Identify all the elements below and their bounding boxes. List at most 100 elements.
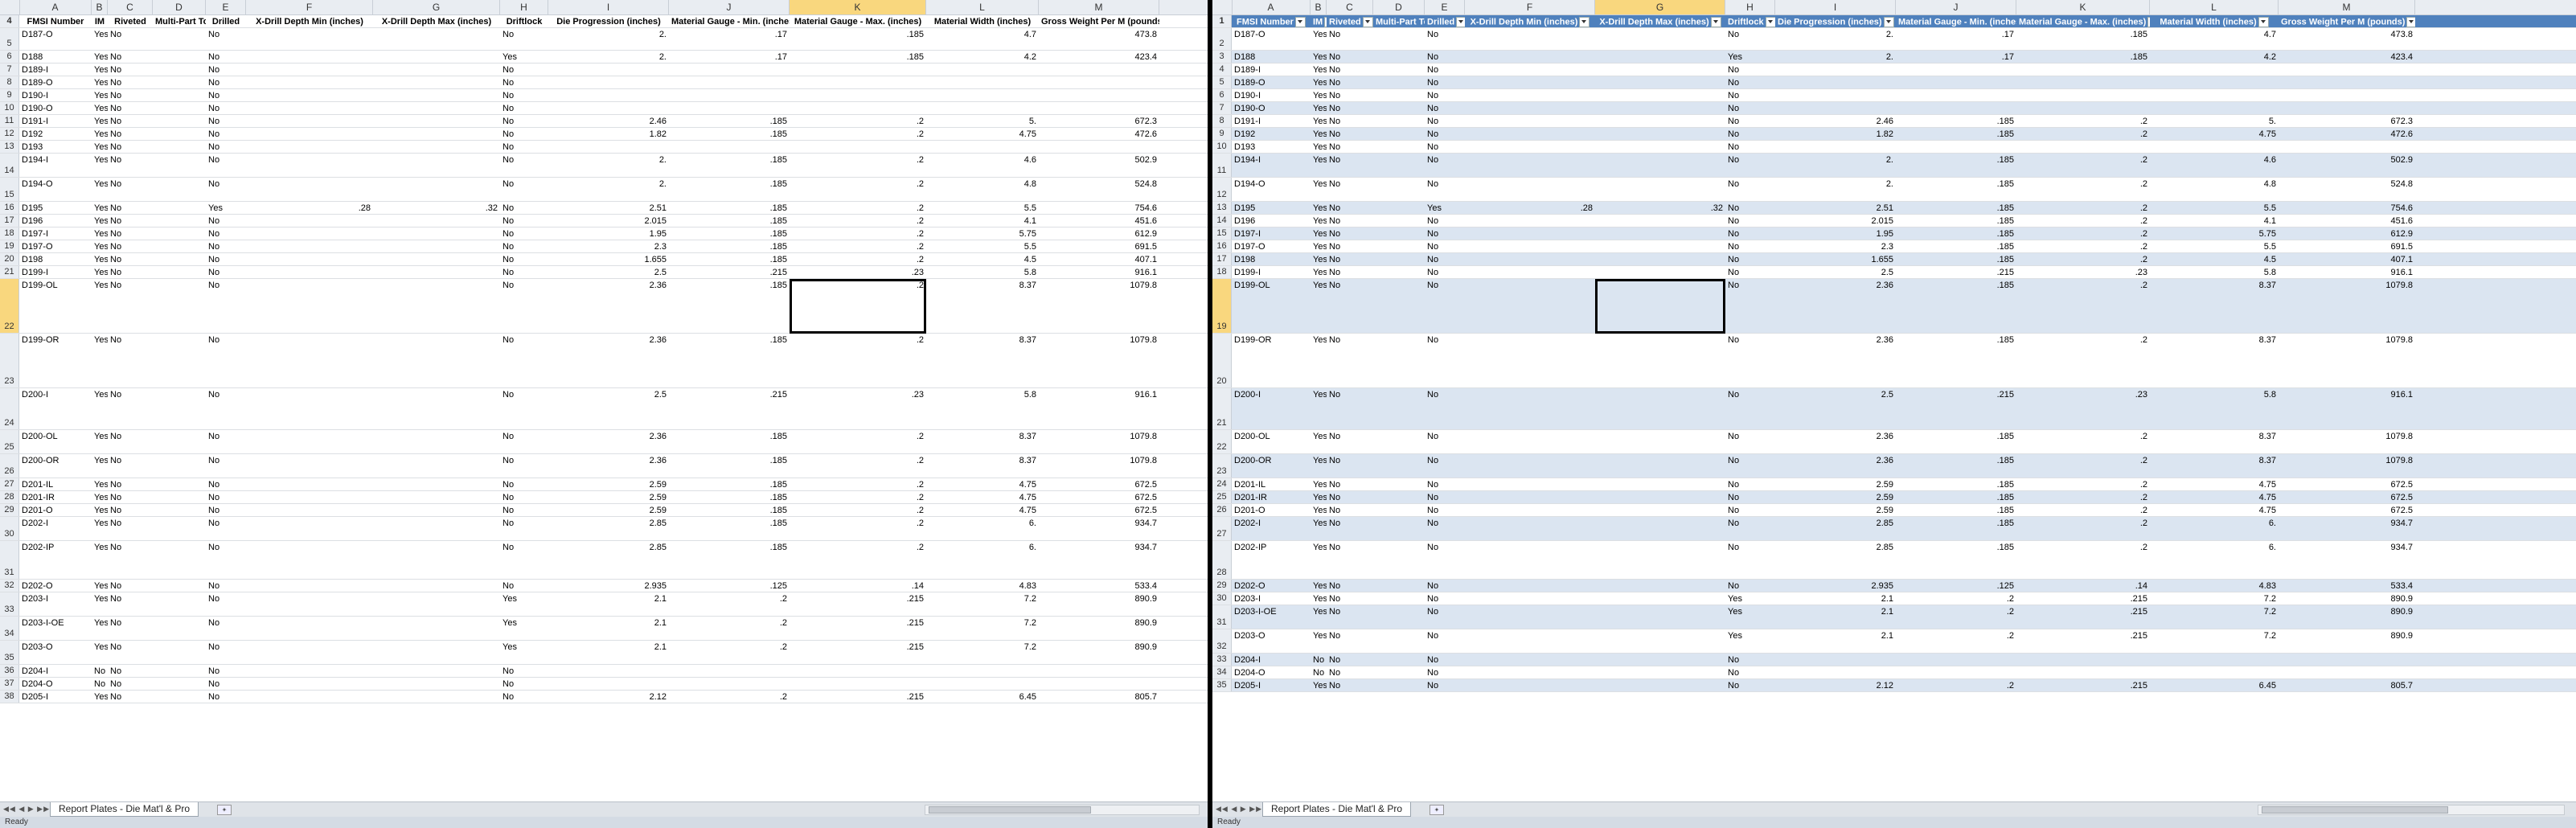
cell[interactable]: No [206,281,246,290]
cell[interactable]: 1.95 [548,229,669,239]
cell[interactable]: No [1425,155,1465,165]
cell[interactable]: 524.8 [2279,179,2415,189]
cell[interactable]: No [1725,456,1775,465]
cell[interactable]: Yes [92,335,108,345]
cell[interactable]: No [206,91,246,100]
cell[interactable]: D196 [19,216,92,226]
header-cell[interactable]: IM [1311,17,1327,27]
cell[interactable]: 2.36 [548,335,669,345]
column-header-k[interactable]: K [2016,0,2150,14]
row-number[interactable]: 14 [0,154,19,177]
row-number[interactable]: 19 [0,240,19,252]
cell[interactable]: Yes [92,91,108,100]
cell[interactable]: No [1425,631,1465,641]
cell[interactable]: .215 [2016,681,2150,691]
cell[interactable]: 612.9 [1039,229,1159,239]
header-cell[interactable]: Driftlock [1725,17,1775,27]
cell[interactable]: 691.5 [1039,242,1159,252]
cell[interactable]: Yes [92,618,108,628]
cell[interactable]: No [500,493,548,502]
cell[interactable]: D199-OL [1232,281,1311,290]
cell[interactable]: Yes [1311,456,1327,465]
row-number[interactable]: 35 [0,641,19,664]
cell[interactable]: No [1425,390,1465,400]
row-number[interactable]: 30 [0,517,19,540]
cell[interactable]: No [1425,493,1465,502]
cell[interactable]: Yes [92,594,108,604]
cell[interactable]: 7.2 [926,594,1039,604]
cell[interactable]: Yes [92,519,108,528]
insert-sheet-icon[interactable]: ✦ [1430,805,1444,815]
cell[interactable]: .2 [790,456,926,465]
cell[interactable]: No [1425,581,1465,591]
cell[interactable]: 4.75 [926,129,1039,139]
cell[interactable]: 890.9 [2279,594,2415,604]
cell[interactable]: No [500,519,548,528]
cell[interactable]: No [1327,129,1373,139]
cell[interactable]: No [1327,229,1373,239]
cell[interactable]: .185 [669,255,790,264]
cell[interactable]: 4.6 [926,155,1039,165]
cell[interactable]: No [1327,104,1373,113]
cell[interactable]: D190-O [1232,104,1311,113]
cell[interactable]: D200-OL [19,432,92,441]
sheet-tab-report-plates[interactable]: Report Plates - Die Mat'l & Pro [1262,802,1412,817]
cell[interactable]: .185 [669,155,790,165]
cell[interactable]: Yes [500,642,548,652]
cell[interactable]: .215 [1896,390,2016,400]
cell[interactable]: 502.9 [2279,155,2415,165]
cell[interactable]: 2.36 [548,456,669,465]
cell[interactable]: No [1725,91,1775,100]
cell[interactable]: .125 [669,581,790,591]
cell[interactable]: 533.4 [2279,581,2415,591]
cell[interactable]: No [108,594,153,604]
cell[interactable]: .215 [2016,607,2150,617]
cell[interactable]: No [108,390,153,400]
row-number[interactable]: 16 [1212,240,1232,252]
cell[interactable]: D197-O [19,242,92,252]
cell[interactable]: 4.75 [926,506,1039,515]
cell[interactable]: .23 [2016,390,2150,400]
cell[interactable]: No [1327,543,1373,552]
cell[interactable]: 805.7 [1039,692,1159,702]
cell[interactable]: Yes [92,30,108,39]
row-number[interactable]: 26 [1212,504,1232,516]
cell[interactable]: .185 [669,242,790,252]
column-header-f[interactable]: F [1465,0,1595,14]
header-cell[interactable]: Riveted [1327,17,1373,27]
row-number[interactable]: 18 [1212,266,1232,278]
cell[interactable]: No [1725,493,1775,502]
cell[interactable]: No [1725,30,1775,39]
cell[interactable]: 4.75 [2150,493,2279,502]
cell[interactable]: 7.2 [2150,631,2279,641]
row-number[interactable]: 14 [1212,215,1232,227]
cell[interactable]: 2.36 [548,281,669,290]
header-cell[interactable]: Drilled [206,17,246,27]
cell[interactable]: 916.1 [1039,268,1159,277]
cell[interactable]: No [206,543,246,552]
cell[interactable]: 2.36 [1775,335,1896,345]
row-number[interactable]: 10 [1212,141,1232,153]
cell[interactable]: 7.2 [926,642,1039,652]
cell[interactable]: 4.7 [926,30,1039,39]
cell[interactable]: No [206,30,246,39]
cell[interactable]: No [108,506,153,515]
cell[interactable]: .185 [669,281,790,290]
cell[interactable]: No [108,155,153,165]
header-cell[interactable]: Material Width (inches) [926,17,1039,27]
cell[interactable]: .2 [2016,229,2150,239]
cell[interactable]: No [1425,216,1465,226]
cell[interactable]: No [1425,65,1465,75]
cell[interactable]: .2 [790,506,926,515]
cell[interactable]: D201-IR [19,493,92,502]
cell[interactable]: No [1725,104,1775,113]
cell[interactable]: .215 [2016,631,2150,641]
cell[interactable]: .2 [2016,335,2150,345]
cell[interactable]: No [1327,142,1373,152]
cell[interactable]: No [500,216,548,226]
cell[interactable]: D189-O [1232,78,1311,88]
cell[interactable]: .2 [2016,155,2150,165]
cell[interactable]: .2 [790,155,926,165]
cell[interactable]: No [1327,268,1373,277]
cell[interactable]: Yes [1311,390,1327,400]
